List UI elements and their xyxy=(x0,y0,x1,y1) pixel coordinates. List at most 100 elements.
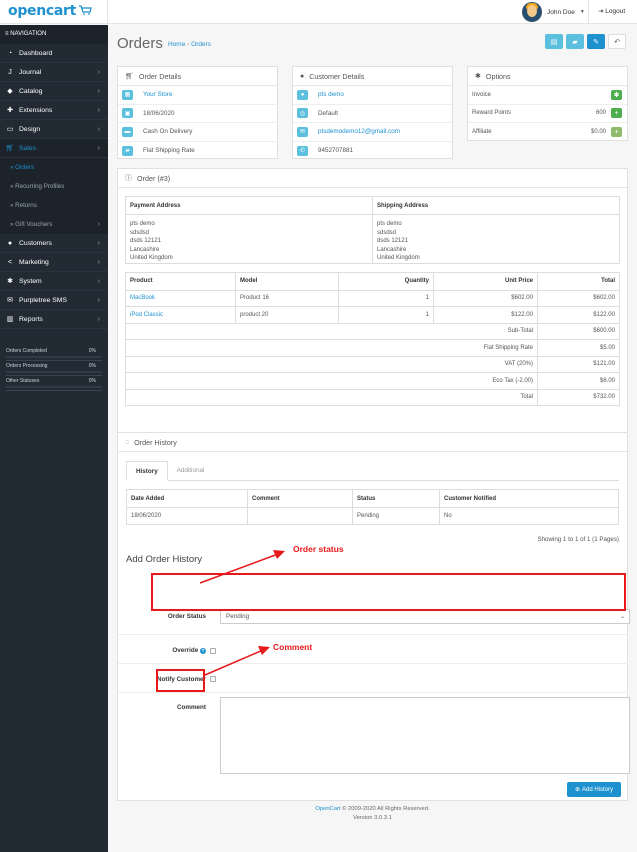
quantity-header: Quantity xyxy=(338,271,434,291)
order-status-value: Pending xyxy=(226,613,250,620)
order-status-arrow xyxy=(199,550,285,584)
edit-button[interactable]: ✎ xyxy=(587,34,605,49)
store-link[interactable]: Your Store xyxy=(143,91,173,98)
sidebar: ≡ NAVIGATION ◔ Dashboard J Journal › ◆ C… xyxy=(0,25,108,852)
stat-progress-bar xyxy=(6,371,102,373)
sidebar-subitem-recurring[interactable]: » Recurring Profiles xyxy=(0,177,108,196)
add-history-button[interactable]: ⊕ Add History xyxy=(567,782,621,797)
history-header-row: Date Added Comment Status Customer Notif… xyxy=(126,489,619,508)
total-header: Total xyxy=(537,271,620,291)
sidebar-subitem-orders[interactable]: » Orders xyxy=(0,158,108,177)
plus-circle-icon: + xyxy=(614,109,619,117)
customer-name-row: ● pts demo xyxy=(293,86,452,105)
puzzle-icon: ✚ xyxy=(7,107,13,114)
shipping-row: ▰ Flat Shipping Rate xyxy=(118,142,277,161)
sidebar-item-purpletree-sms[interactable]: ✉ Purpletree SMS › xyxy=(0,291,108,310)
chevron-right-icon: › xyxy=(97,68,100,76)
breadcrumb-separator: › xyxy=(187,41,190,48)
product-row: iPod Classic product 20 1 $122.00 $122.0… xyxy=(125,306,620,324)
generate-invoice-button[interactable]: ✱ xyxy=(611,89,622,100)
shipping-address-header: Shipping Address xyxy=(372,196,620,215)
sidebar-item-label: Marketing xyxy=(19,258,49,266)
panel-title: Order History xyxy=(134,437,177,447)
comment-label: Comment xyxy=(176,704,206,711)
sidebar-item-label: Catalog xyxy=(19,87,43,95)
nav-heading-label: NAVIGATION xyxy=(10,31,47,37)
sidebar-subitem-returns[interactable]: » Returns xyxy=(0,196,108,215)
sidebar-item-label: Purpletree SMS xyxy=(19,296,67,304)
address-line: dsds 12121 xyxy=(130,238,162,244)
payment-address: pts demo sdsdsd dsds 12121 Lancashire Un… xyxy=(125,214,373,264)
product-cell: MacBook xyxy=(125,289,236,307)
chevron-right-icon: › xyxy=(97,87,100,95)
totals-label: Sub-Total xyxy=(125,322,538,340)
chevron-right-icon: › xyxy=(97,125,100,133)
plus-circle-icon: + xyxy=(614,128,619,136)
comment-textarea[interactable] xyxy=(220,697,630,774)
logout-link[interactable]: ⇥ Logout xyxy=(598,7,625,15)
order-status-select[interactable]: Pending ⌄ xyxy=(220,609,630,624)
sidebar-item-label: Reports xyxy=(19,315,43,323)
totals-value: $121.00 xyxy=(537,355,620,373)
sidebar-item-catalog[interactable]: ◆ Catalog › xyxy=(0,82,108,101)
address-line: Lancashire xyxy=(377,246,407,253)
envelope-icon: ✉ xyxy=(297,126,308,137)
cog-icon: ✱ xyxy=(475,73,481,80)
back-button[interactable]: ↶ xyxy=(608,34,626,49)
chevron-right-icon: › xyxy=(97,277,100,285)
sidebar-item-sales[interactable]: 🛒︎ Sales › xyxy=(0,139,108,158)
stat-label: Other Statuses xyxy=(6,378,40,384)
sidebar-item-system[interactable]: ✱ System › xyxy=(0,272,108,291)
add-commission-button[interactable]: + xyxy=(611,127,622,138)
tab-history[interactable]: History xyxy=(126,461,168,481)
print-shipping-button[interactable]: ▰ xyxy=(566,34,584,49)
totals-value: $600.00 xyxy=(537,322,620,340)
unit-price-cell: $122.00 xyxy=(433,306,538,324)
sidebar-subitem-gift-vouchers[interactable]: » Gift Vouchers › xyxy=(0,215,108,234)
sidebar-item-customers[interactable]: ● Customers › xyxy=(0,234,108,253)
product-link[interactable]: MacBook xyxy=(130,295,155,301)
print-invoice-button[interactable]: ▤ xyxy=(545,34,563,49)
product-link[interactable]: iPod Classic xyxy=(130,312,163,318)
sidebar-item-extensions[interactable]: ✚ Extensions › xyxy=(0,101,108,120)
sidebar-item-dashboard[interactable]: ◔ Dashboard xyxy=(0,44,108,63)
nav-heading: ≡ NAVIGATION xyxy=(0,25,108,44)
order-details-panel: 🛒︎ Order Details ▦ Your Store ▣ 18/06/20… xyxy=(117,66,278,159)
customer-email-link[interactable]: ptsdemodemo12@gmail.com xyxy=(318,128,400,135)
history-table: Date Added Comment Status Customer Notif… xyxy=(126,489,619,525)
totals-row: VAT (20%) $121.00 xyxy=(125,355,620,373)
breadcrumb-orders[interactable]: Orders xyxy=(191,41,211,48)
cart-icon: 🛒︎ xyxy=(125,73,134,80)
history-date: 18/06/2020 xyxy=(126,507,248,525)
products-table: Product Model Quantity Unit Price Total … xyxy=(125,271,620,406)
model-header: Model xyxy=(235,271,339,291)
user-menu[interactable]: John Doe ▼ xyxy=(522,1,585,23)
opencart-logo[interactable]: opencart xyxy=(8,3,76,19)
model-cell: product 20 xyxy=(235,306,339,324)
panel-heading: ✱ Options xyxy=(468,67,627,86)
opencart-link[interactable]: OpenCart xyxy=(315,806,340,812)
sidebar-item-marketing[interactable]: < Marketing › xyxy=(0,253,108,272)
user-icon: ● xyxy=(297,89,308,100)
customer-phone-row: ✆ 9452707881 xyxy=(293,142,452,161)
history-status: Pending xyxy=(352,507,440,525)
total-cell: $602.00 xyxy=(537,289,620,307)
tab-additional[interactable]: Additional xyxy=(168,461,214,480)
option-value: 600 xyxy=(595,110,606,117)
sidebar-item-design[interactable]: ▭ Design › xyxy=(0,120,108,139)
option-label: Affiliate xyxy=(472,129,492,136)
sidebar-item-journal[interactable]: J Journal › xyxy=(0,63,108,82)
order-history-panel: ◌ Order History History Additional Date … xyxy=(117,432,630,801)
truck-icon: ▰ xyxy=(122,145,133,156)
address-line: pts demo xyxy=(377,221,402,227)
customer-name-link[interactable]: pts demo xyxy=(318,91,344,98)
breadcrumb-home[interactable]: Home xyxy=(168,41,185,48)
sidebar-item-reports[interactable]: ▥ Reports › xyxy=(0,310,108,329)
truck-icon: ▰ xyxy=(572,38,578,46)
add-reward-button[interactable]: + xyxy=(611,108,622,119)
share-icon: < xyxy=(7,258,13,266)
totals-value: $732.00 xyxy=(537,388,620,406)
envelope-icon: ✉ xyxy=(7,297,13,304)
page-title: Orders xyxy=(117,35,163,52)
